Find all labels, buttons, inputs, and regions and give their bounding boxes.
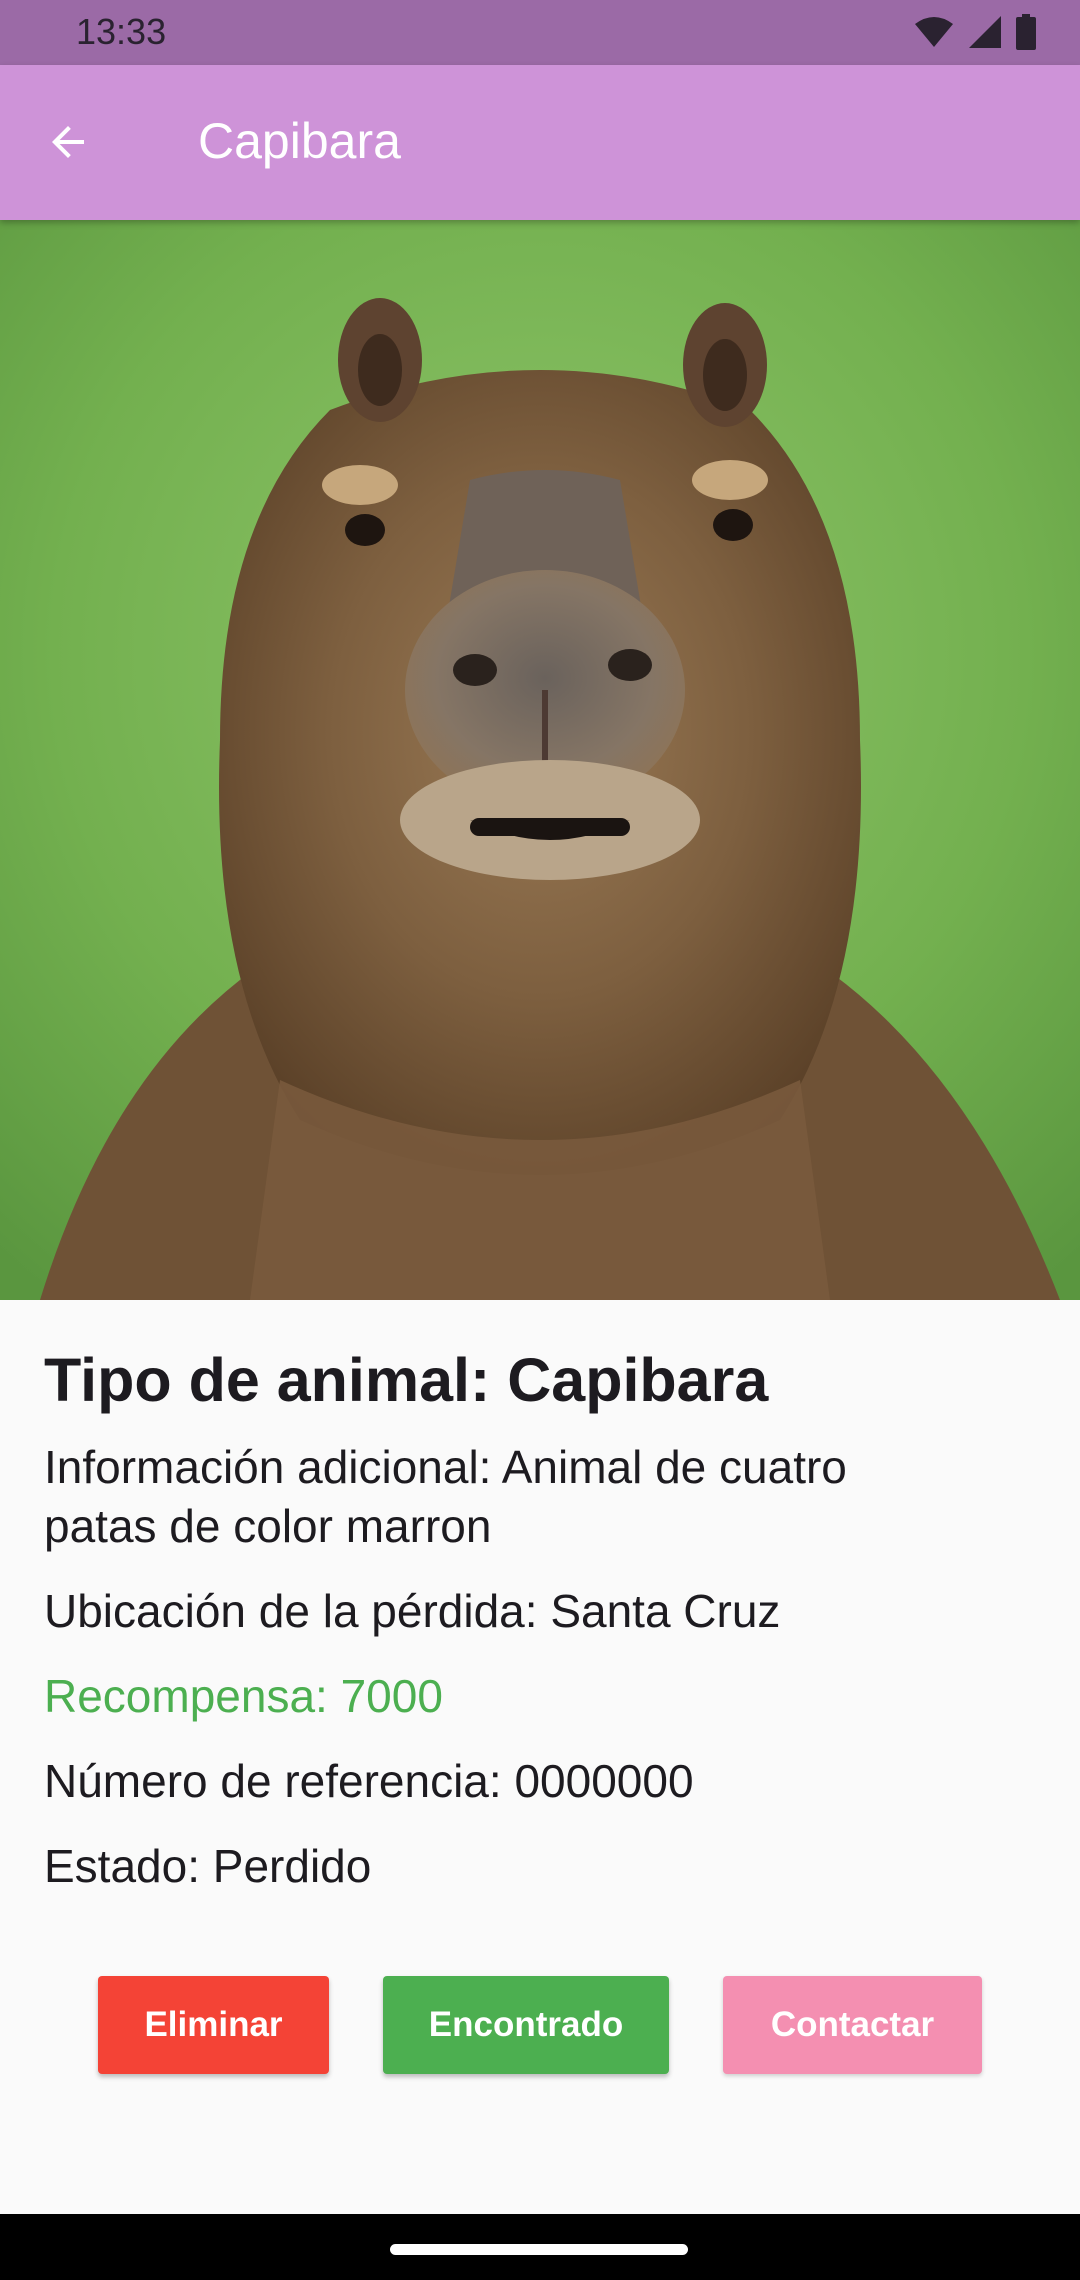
animal-type-title: Tipo de animal: Capibara [44, 1346, 769, 1414]
additional-info: Información adicional: Animal de cuatro … [44, 1438, 1044, 1556]
back-button[interactable] [36, 110, 100, 174]
found-button[interactable]: Encontrado [383, 1976, 669, 2074]
loss-location: Ubicación de la pérdida: Santa Cruz [44, 1585, 781, 1637]
wifi-icon [915, 17, 953, 47]
home-gesture-handle[interactable] [390, 2244, 688, 2255]
capybara-photo [0, 220, 1080, 1300]
system-nav-bar [0, 2214, 1080, 2280]
reward-amount: Recompensa: 7000 [44, 1670, 443, 1722]
additional-info-line-1: Información adicional: Animal de cuatro [44, 1441, 847, 1493]
signal-icon [969, 16, 1001, 48]
page-title: Capibara [198, 113, 401, 169]
status-bar: 13:33 [0, 0, 1080, 65]
pet-details: Tipo de animal: Capibara Información adi… [44, 1340, 1044, 1922]
action-buttons: Eliminar Encontrado Contactar [0, 1976, 1080, 2074]
battery-icon [1016, 14, 1036, 50]
contact-button[interactable]: Contactar [723, 1976, 982, 2074]
additional-info-line-2: patas de color marron [44, 1500, 492, 1552]
app-bar: Capibara [0, 65, 1080, 220]
delete-button[interactable]: Eliminar [98, 1976, 329, 2074]
pet-status: Estado: Perdido [44, 1840, 372, 1892]
status-time: 13:33 [76, 11, 167, 52]
reference-number: Número de referencia: 0000000 [44, 1755, 694, 1807]
status-icons [914, 14, 1036, 50]
arrow-left-icon [52, 126, 84, 158]
